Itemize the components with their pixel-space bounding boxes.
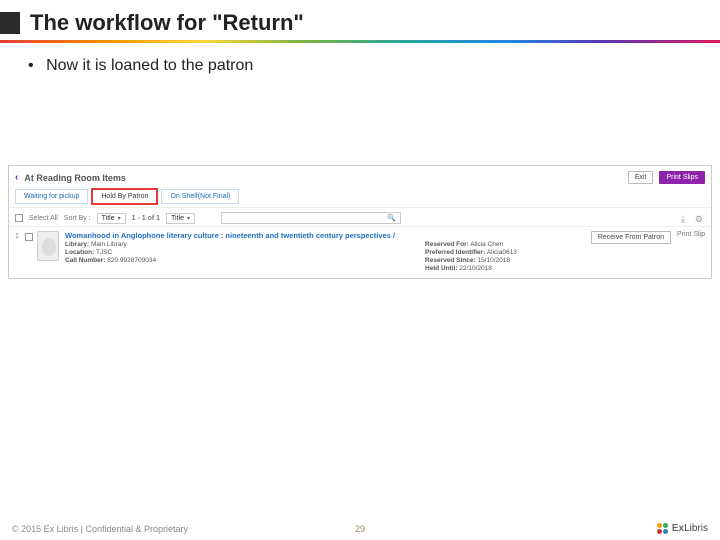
item-row: 1 Womanhood in Anglophone literary cultu… (9, 226, 711, 278)
logo-dots-icon (657, 523, 668, 534)
secondary-select[interactable]: Title ▾ (166, 213, 195, 224)
item-index: 1 (15, 231, 25, 272)
export-icon[interactable]: ⤓ (681, 214, 685, 225)
panel-header: ‹ At Reading Room Items Exit Print Slips (9, 166, 711, 189)
callno-value: 820.9928709034 (107, 257, 156, 264)
panel-title: At Reading Room Items (24, 173, 126, 183)
select-all-label: Select All (29, 215, 58, 222)
location-label: Location: (65, 249, 94, 256)
exit-button[interactable]: Exit (628, 171, 654, 184)
item-thumbnail[interactable] (37, 231, 59, 261)
receive-from-patron-button[interactable]: Receive From Patron (591, 231, 671, 244)
search-icon: 🔍 (387, 214, 396, 222)
slide-bullet: • Now it is loaned to the patron (0, 57, 720, 75)
caret-down-icon: ▾ (187, 215, 190, 222)
print-slip-link[interactable]: Print Slip (677, 231, 705, 238)
print-slips-button[interactable]: Print Slips (659, 171, 705, 184)
controls-row: Select All Sort By : Title ▾ 1 - 1 of 1 … (9, 207, 711, 226)
slide-footer: © 2015 Ex Libris | Confidential & Propri… (0, 523, 720, 534)
title-square (0, 12, 20, 34)
secondary-value: Title (171, 215, 184, 222)
tab-waiting-for-pickup[interactable]: Waiting for pickup (15, 189, 88, 204)
search-input[interactable]: 🔍 (221, 212, 401, 224)
slide-title: The workflow for "Return" (30, 10, 304, 36)
exlibris-logo: ExLibris (657, 523, 708, 534)
callno-label: Call Number: (65, 257, 105, 264)
page-number: 29 (355, 524, 365, 534)
reserved-since-label: Reserved Since: (425, 257, 476, 264)
library-label: Library: (65, 241, 89, 248)
item-title-link[interactable]: Womanhood in Anglophone literary culture… (65, 231, 395, 240)
copyright-text: © 2015 Ex Libris | Confidential & Propri… (12, 524, 188, 534)
caret-down-icon: ▾ (118, 215, 121, 222)
sort-by-value: Title (102, 215, 115, 222)
held-until-label: Held Until: (425, 265, 458, 272)
logo-text: ExLibris (672, 523, 708, 534)
tab-on-shelf[interactable]: On Shelf(Not Final) (161, 189, 239, 204)
reserved-since-value: 15/10/2018 (477, 257, 510, 264)
bullet-dot: • (28, 57, 34, 74)
gear-icon[interactable]: ⚙ (695, 214, 703, 225)
bullet-text: Now it is loaned to the patron (46, 57, 253, 74)
held-until-value: 22/10/2018 (459, 265, 492, 272)
select-all-checkbox[interactable] (15, 214, 23, 222)
sort-by-label: Sort By : (64, 215, 91, 222)
reserved-for-label: Reserved For: (425, 241, 469, 248)
result-range: 1 - 1 of 1 (132, 215, 160, 222)
reading-room-panel: ‹ At Reading Room Items Exit Print Slips… (8, 165, 712, 279)
library-value: Main Library (91, 241, 127, 248)
back-chevron-icon[interactable]: ‹ (15, 172, 18, 183)
rainbow-divider (0, 40, 720, 43)
tabs-row: Waiting for pickup Hold By Patron On She… (9, 189, 711, 204)
pref-id-label: Preferred Identifier: (425, 249, 485, 256)
reserved-for-value: Alicia Chen (470, 241, 503, 248)
pref-id-value: Alicia0613 (487, 249, 517, 256)
location-value: TJSC (96, 249, 112, 256)
tab-hold-by-patron[interactable]: Hold By Patron (92, 189, 157, 204)
sort-by-select[interactable]: Title ▾ (97, 213, 126, 224)
item-checkbox[interactable] (25, 233, 33, 241)
